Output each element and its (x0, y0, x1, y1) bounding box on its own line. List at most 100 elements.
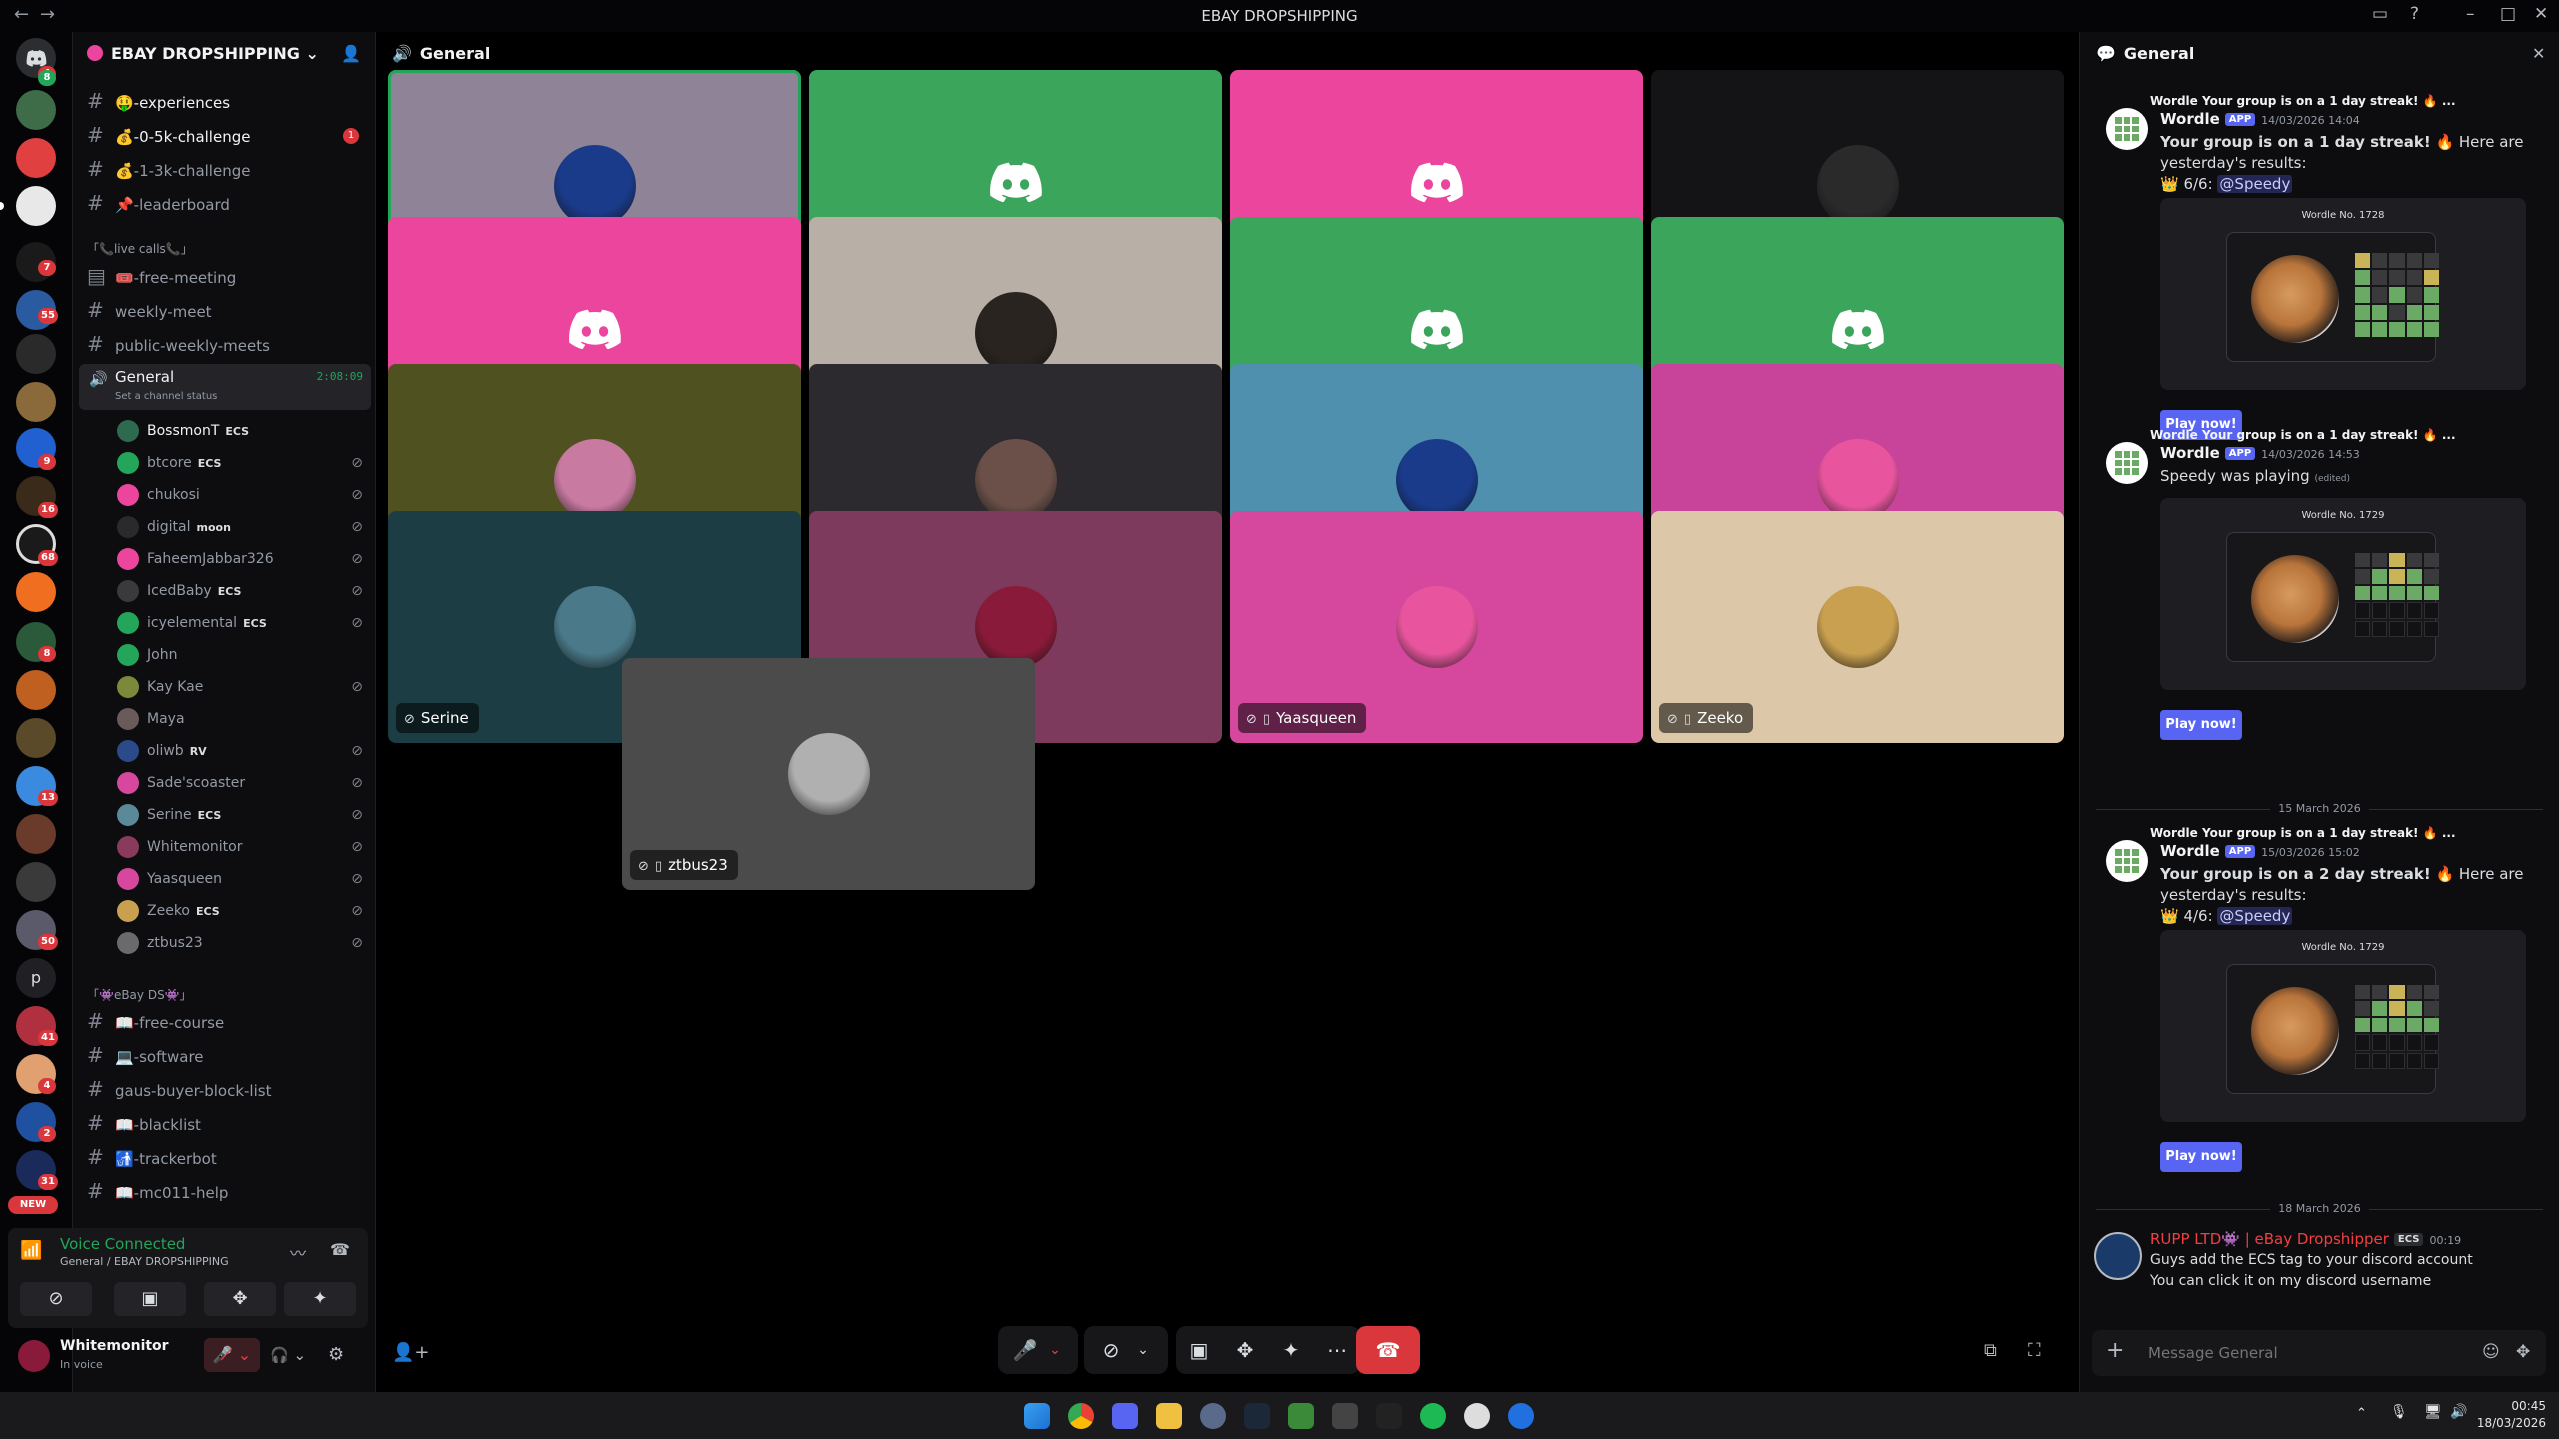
participant-tile[interactable]: ⊘ ▯ Zeeko (1651, 511, 2064, 743)
voice-user[interactable]: btcore ECS ⊘ (117, 448, 367, 478)
channel-software[interactable]: # 💻-software (87, 1040, 367, 1070)
microphone-tray-icon[interactable]: 🎙 (2390, 1404, 2408, 1420)
voice-channel-general[interactable]: 🔊 General 2:08:09 Set a channel status (79, 364, 371, 410)
settings-gear-icon[interactable]: ⚙ (328, 1344, 344, 1365)
chrome-icon[interactable] (1068, 1403, 1094, 1429)
voice-user[interactable]: oliwb RV ⊘ (117, 736, 367, 766)
chatgpt-icon[interactable] (1464, 1403, 1490, 1429)
screen-share-icon[interactable]: ▣ (1176, 1326, 1222, 1374)
help-icon[interactable]: ? (2410, 4, 2419, 24)
reply-preview[interactable]: Wordle Your group is on a 1 day streak! … (2150, 94, 2456, 108)
more-options-icon[interactable]: ⋯ (1314, 1326, 1360, 1374)
channel-0-5k-challenge[interactable]: # 💰-0-5k-challenge 1 (87, 120, 367, 150)
channel-gaus-buyer-block-list[interactable]: # gaus-buyer-block-list (87, 1074, 367, 1104)
server-icon-17[interactable] (16, 862, 56, 902)
close-window-icon[interactable]: ✕ (2534, 4, 2548, 24)
voice-user[interactable]: Zeeko ECS ⊘ (117, 896, 367, 926)
minecraft-icon[interactable] (1288, 1403, 1314, 1429)
app-icon[interactable] (1508, 1403, 1534, 1429)
play-now-button[interactable]: Play now! (2160, 1142, 2242, 1172)
avatar[interactable] (2106, 840, 2148, 882)
message-author[interactable]: Wordle APP 14/03/2026 14:53 (2160, 444, 2360, 462)
server-icon-16[interactable] (16, 814, 56, 854)
voice-user[interactable]: digital moon ⊘ (117, 512, 367, 542)
disconnect-icon[interactable]: ☎ (330, 1240, 350, 1259)
server-icon-p[interactable]: p (16, 958, 56, 998)
voice-user[interactable]: chukosi ⊘ (117, 480, 367, 510)
leave-call-button[interactable]: ☎ (1356, 1326, 1420, 1374)
clock[interactable]: 00:45 18/03/2026 (2476, 1398, 2546, 1432)
avatar[interactable] (2106, 442, 2148, 484)
mute-control[interactable]: 🎤 ⌄ (998, 1326, 1078, 1374)
app-icon[interactable] (1332, 1403, 1358, 1429)
voice-user[interactable]: ztbus23 ⊘ (117, 928, 367, 958)
camera-off-button[interactable]: ⊘ (20, 1282, 92, 1316)
soundboard-button[interactable]: ✦ (284, 1282, 356, 1316)
server-icon-6[interactable] (16, 334, 56, 374)
channel-free-course[interactable]: # 📖-free-course (87, 1006, 367, 1036)
participant-tile[interactable]: ⊘ ▯ ztbus23 (622, 658, 1035, 890)
server-icon-2[interactable] (16, 138, 56, 178)
voice-user[interactable]: John (117, 640, 367, 670)
spotify-icon[interactable] (1420, 1403, 1446, 1429)
settings-taskbar-icon[interactable] (1200, 1403, 1226, 1429)
channel-trackerbot[interactable]: # 🚮-trackerbot (87, 1142, 367, 1172)
pop-out-icon[interactable]: ⧉ (1984, 1340, 1997, 1361)
activities-icon[interactable]: ✥ (1222, 1326, 1268, 1374)
noise-suppression-icon[interactable]: 〰 (290, 1240, 306, 1264)
camera-control[interactable]: ⊘ ⌄ (1084, 1326, 1168, 1374)
minimize-icon[interactable]: – (2466, 4, 2475, 24)
participant-tile[interactable]: ⊘ ▯ Yaasqueen (1230, 511, 1643, 743)
server-icon-7[interactable] (16, 382, 56, 422)
inbox-icon[interactable]: ▭ (2372, 4, 2388, 24)
discord-taskbar-icon[interactable] (1112, 1403, 1138, 1429)
channel-public-weekly-meets[interactable]: # public-weekly-meets (87, 329, 367, 359)
avatar[interactable] (2094, 1232, 2142, 1280)
channel-free-meeting[interactable]: ▤ 🎟️-free-meeting (87, 261, 367, 291)
server-icon-3[interactable] (16, 186, 56, 226)
avatar[interactable] (2106, 108, 2148, 150)
message-author[interactable]: Wordle APP 14/03/2026 14:04 (2160, 110, 2360, 128)
server-name[interactable]: EBAY DROPSHIPPING ⌄ (87, 44, 319, 63)
voice-user[interactable]: Serine ECS ⊘ (117, 800, 367, 830)
network-icon[interactable]: 🖥 (2424, 1404, 2442, 1420)
server-icon-1[interactable] (16, 90, 56, 130)
play-now-button[interactable]: Play now! (2160, 710, 2242, 740)
mic-muted-button[interactable]: 🎤̸ ⌄ (204, 1338, 260, 1372)
chevron-down-icon[interactable]: ⌄ (1120, 1326, 1166, 1374)
reply-preview[interactable]: Wordle Your group is on a 1 day streak! … (2150, 428, 2456, 442)
channel-blacklist[interactable]: # 📖-blacklist (87, 1108, 367, 1138)
voice-user[interactable]: IcedBaby ECS ⊘ (117, 576, 367, 606)
screen-share-button[interactable]: ▣ (114, 1282, 186, 1316)
voice-user[interactable]: Yaasqueen ⊘ (117, 864, 367, 894)
voice-user[interactable]: Whitemonitor ⊘ (117, 832, 367, 862)
channel-weekly-meet[interactable]: # weekly-meet (87, 295, 367, 325)
tray-chevron-icon[interactable]: ⌃ (2356, 1406, 2367, 1421)
voice-user[interactable]: Kay Kae ⊘ (117, 672, 367, 702)
avatar[interactable] (18, 1340, 50, 1372)
server-icon-14[interactable] (16, 718, 56, 758)
voice-location[interactable]: General / EBAY DROPSHIPPING (60, 1255, 229, 1268)
file-explorer-icon[interactable] (1156, 1403, 1182, 1429)
headphones-icon[interactable]: 🎧 ⌄ (270, 1346, 306, 1364)
apps-icon[interactable]: ✥ (2516, 1342, 2530, 1362)
maximize-icon[interactable]: □ (2500, 4, 2516, 24)
add-member-icon[interactable]: 👤 (341, 44, 361, 63)
reply-preview[interactable]: Wordle Your group is on a 1 day streak! … (2150, 826, 2456, 840)
channel-mc011-help[interactable]: # 📖-mc011-help (87, 1176, 367, 1206)
message-author[interactable]: RUPP LTD👾 | eBay Dropshipper ECS 00:19 (2150, 1230, 2461, 1248)
server-icon-13[interactable] (16, 670, 56, 710)
channel-1-3k-challenge[interactable]: # 💰-1-3k-challenge (87, 154, 367, 184)
soundboard-icon[interactable]: ✦ (1268, 1326, 1314, 1374)
message-input[interactable] (2148, 1338, 2448, 1368)
channel-experiences[interactable]: # 🤑-experiences (87, 86, 367, 116)
signal-icon[interactable]: 📶 (20, 1240, 42, 1261)
category-live-calls[interactable]: 「📞live calls📞」 (87, 240, 193, 257)
chevron-down-icon[interactable]: ⌄ (1032, 1326, 1078, 1374)
voice-user[interactable]: FaheemJabbar326 ⊘ (117, 544, 367, 574)
voice-user[interactable]: Sade'scoaster ⊘ (117, 768, 367, 798)
voice-user[interactable]: icyelemental ECS ⊘ (117, 608, 367, 638)
fullscreen-icon[interactable]: ⛶ (2028, 1340, 2041, 1361)
message-author[interactable]: Wordle APP 15/03/2026 15:02 (2160, 842, 2360, 860)
server-icon-11[interactable] (16, 572, 56, 612)
